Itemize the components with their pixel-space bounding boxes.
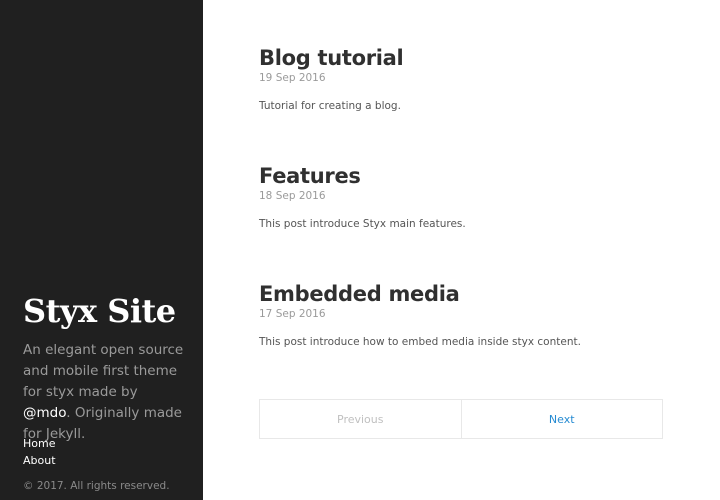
post-date: 17 Sep 2016 bbox=[259, 308, 326, 320]
post-item: Features 18 Sep 2016 This post introduce… bbox=[259, 164, 663, 230]
nav-item-home[interactable]: Home bbox=[23, 435, 56, 452]
site-description: An elegant open source and mobile first … bbox=[23, 340, 188, 445]
post-date: 18 Sep 2016 bbox=[259, 190, 326, 202]
author-handle-link[interactable]: @mdo bbox=[23, 405, 66, 421]
sidebar: Styx Site An elegant open source and mob… bbox=[0, 0, 203, 500]
post-excerpt: This post introduce how to embed media i… bbox=[259, 336, 581, 348]
nav-item-about[interactable]: About bbox=[23, 452, 56, 469]
next-page-button[interactable]: Next bbox=[462, 400, 663, 438]
post-item: Embedded media 17 Sep 2016 This post int… bbox=[259, 282, 663, 348]
post-title[interactable]: Blog tutorial bbox=[259, 46, 663, 70]
previous-page-button: Previous bbox=[260, 400, 462, 438]
site-description-text: An elegant open source and mobile first … bbox=[23, 342, 184, 400]
post-title[interactable]: Features bbox=[259, 164, 663, 188]
post-excerpt: Tutorial for creating a blog. bbox=[259, 100, 401, 112]
post-excerpt: This post introduce Styx main features. bbox=[259, 218, 466, 230]
post-date: 19 Sep 2016 bbox=[259, 72, 326, 84]
pagination: Previous Next bbox=[259, 399, 663, 439]
copyright-notice: © 2017. All rights reserved. bbox=[23, 480, 170, 492]
sidebar-nav: Home About bbox=[23, 435, 56, 469]
site-title[interactable]: Styx Site bbox=[23, 292, 176, 330]
post-title[interactable]: Embedded media bbox=[259, 282, 663, 306]
post-item: Blog tutorial 19 Sep 2016 Tutorial for c… bbox=[259, 46, 663, 112]
